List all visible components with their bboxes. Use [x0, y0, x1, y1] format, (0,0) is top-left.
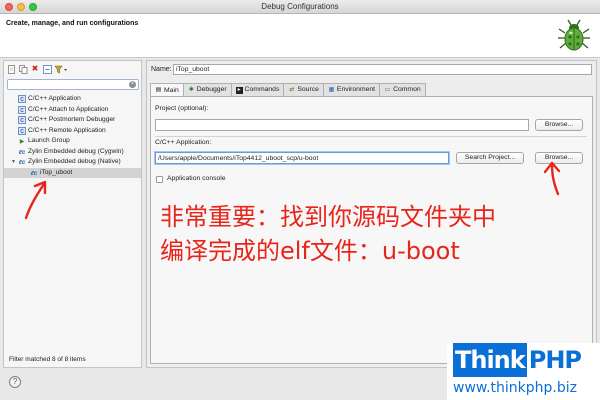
browse-project-button[interactable]: Browse...: [535, 119, 583, 131]
debugger-tab-icon: ✱: [188, 86, 194, 93]
bug-icon: [556, 18, 592, 54]
zylin-icon: ℓc: [18, 160, 26, 166]
tree-item-cpp-remote[interactable]: C C/C++ Remote Application: [4, 126, 141, 137]
tab-common[interactable]: ▭ Common: [379, 83, 426, 96]
annotation-arrow-browse: [543, 161, 561, 196]
filter-button[interactable]: [54, 64, 68, 74]
tree-item-itop-uboot[interactable]: ℓc iTop_uboot: [4, 167, 141, 178]
app-console-label: Application console: [167, 175, 226, 182]
tree-item-cpp-application[interactable]: C C/C++ Application: [4, 94, 141, 105]
zylin-icon: ℓc: [18, 149, 26, 156]
tree-item-cpp-attach[interactable]: C C/C++ Attach to Application: [4, 105, 141, 116]
tree-item-launch-group[interactable]: ▶ Launch Group: [4, 136, 141, 147]
project-field[interactable]: [155, 119, 529, 131]
logo-php-text: PHP: [528, 346, 582, 374]
app-console-checkbox[interactable]: [156, 176, 163, 183]
tab-label: Environment: [336, 86, 376, 93]
tree-item-zylin-cygwin[interactable]: ℓc Zylin Embedded debug (Cygwin): [4, 147, 141, 158]
config-toolbar: ✖: [6, 63, 68, 75]
tab-label: Main: [164, 86, 179, 94]
section-divider: [155, 136, 587, 137]
c-icon: C: [18, 116, 26, 124]
c-icon: C: [18, 126, 26, 135]
window-title: Debug Configurations: [261, 2, 339, 11]
project-label: Project (optional):: [155, 105, 209, 112]
tab-label: Commands: [244, 86, 280, 93]
annotation-arrow-tree: [24, 180, 47, 220]
annotation-line-2: 编译完成的elf文件：u-boot: [160, 237, 460, 265]
environment-tab-icon: ▦: [328, 86, 335, 93]
new-config-button[interactable]: [6, 64, 16, 74]
delete-button[interactable]: ✖: [30, 64, 40, 74]
collapse-all-button[interactable]: [42, 64, 52, 74]
main-tab-icon: ▤: [155, 87, 162, 93]
common-tab-icon: ▭: [384, 86, 391, 93]
tab-debugger[interactable]: ✱ Debugger: [182, 83, 232, 96]
filter-input[interactable]: ×: [7, 79, 139, 90]
header-title: Create, manage, and run configurations: [6, 20, 139, 27]
window-titlebar: Debug Configurations: [0, 0, 600, 14]
tab-commands[interactable]: ▸ Commands: [230, 83, 285, 96]
tab-label: Debugger: [196, 86, 227, 93]
annotation-note: 非常重要：找到你源码文件夹中 编译完成的elf文件：u-boot: [160, 200, 496, 268]
duplicate-button[interactable]: [18, 64, 28, 74]
zylin-icon: ℓc: [30, 170, 38, 177]
tree-item-zylin-native[interactable]: ▼ ℓc Zylin Embedded debug (Native): [4, 157, 141, 168]
name-field[interactable]: iTop_uboot: [173, 64, 592, 75]
app-path-field[interactable]: /Users/apple/Documents/iTop4412_uboot_sc…: [155, 152, 449, 164]
tree-item-label: Zylin Embedded debug (Cygwin): [28, 147, 124, 155]
launch-icon: ▶: [19, 139, 25, 145]
tree-item-label: C/C++ Attach to Application: [28, 105, 109, 113]
tree-item-label: C/C++ Remote Application: [28, 126, 106, 134]
c-icon: C: [18, 105, 26, 114]
tree-item-label: Launch Group: [28, 137, 70, 144]
tab-source[interactable]: ⇄ Source: [283, 83, 324, 96]
tree-item-label: C/C++ Application: [28, 95, 81, 102]
c-icon: C: [18, 95, 26, 103]
logo-think-text: Think: [453, 343, 527, 377]
help-button[interactable]: ?: [9, 376, 21, 388]
expand-triangle-icon[interactable]: ▼: [11, 157, 18, 168]
commands-tab-icon: ▸: [235, 86, 243, 94]
annotation-line-1: 非常重要：找到你源码文件夹中: [160, 203, 496, 231]
name-label: Name:: [151, 66, 172, 73]
watermark-url: www.thinkphp.biz: [453, 380, 577, 396]
tab-label: Common: [393, 86, 421, 93]
app-label: C/C++ Application:: [155, 139, 212, 146]
thinkphp-watermark: Think PHP www.thinkphp.biz: [447, 343, 600, 400]
filter-status-text: Filter matched 8 of 8 items: [9, 356, 86, 363]
tree-item-label: C/C++ Postmortem Debugger: [28, 116, 116, 123]
config-tabs: ▤ Main ✱ Debugger ▸ Commands ⇄ Source ▦ Envir…: [150, 83, 426, 97]
thinkphp-logo: Think PHP: [453, 343, 583, 377]
search-project-button[interactable]: Search Project...: [456, 152, 524, 164]
config-tree: C C/C++ Application C C/C++ Attach to Appl…: [4, 94, 141, 178]
tree-item-label: Zylin Embedded debug (Native): [28, 158, 121, 165]
tab-environment[interactable]: ▦ Environment: [322, 83, 381, 96]
tree-item-label: iTop_uboot: [40, 168, 73, 176]
tab-label: Source: [297, 86, 319, 93]
tab-main[interactable]: ▤ Main: [150, 83, 184, 97]
clear-filter-icon[interactable]: ×: [129, 81, 136, 88]
tree-item-cpp-postmortem[interactable]: C C/C++ Postmortem Debugger: [4, 115, 141, 126]
dialog-header: Create, manage, and run configurations: [0, 14, 600, 58]
source-tab-icon: ⇄: [289, 86, 295, 93]
